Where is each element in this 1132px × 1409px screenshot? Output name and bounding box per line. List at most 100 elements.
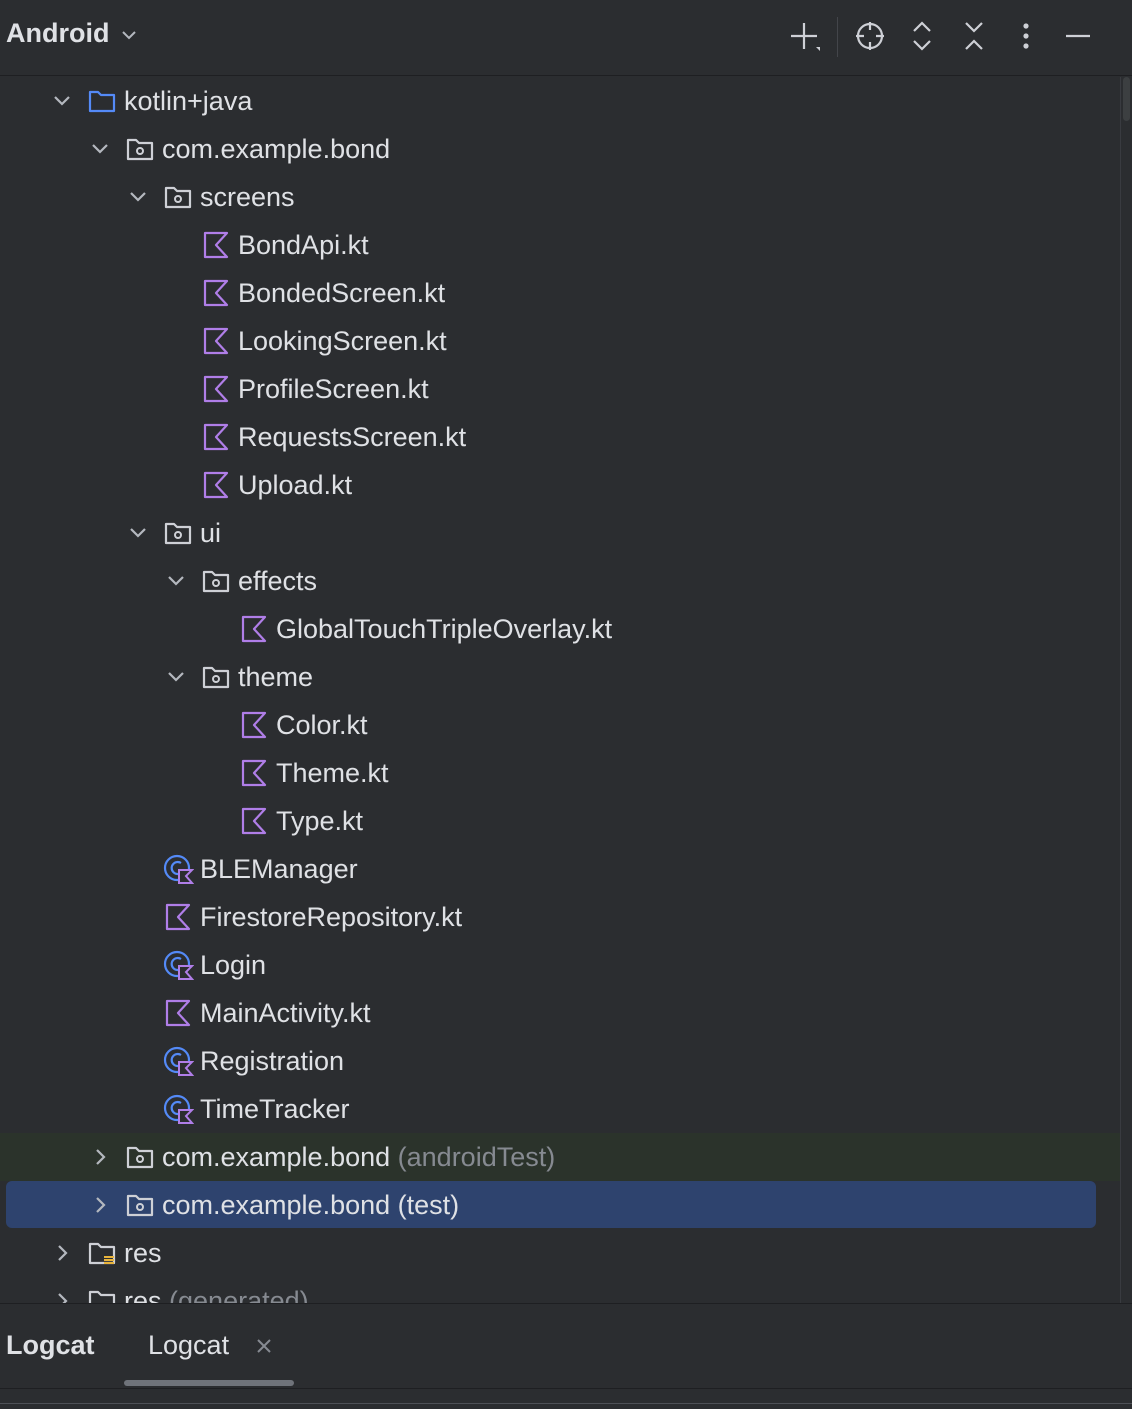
kotlin-file-icon — [238, 709, 270, 741]
tree-row[interactable]: GlobalTouchTripleOverlay.kt — [0, 605, 1120, 653]
kotlin-class-icon — [162, 949, 195, 981]
chevron-down-icon[interactable] — [88, 137, 112, 161]
resource-folder-icon — [86, 1285, 118, 1303]
tree-row[interactable]: Registration — [0, 1037, 1120, 1085]
expand-all-icon — [913, 21, 931, 51]
tree-row-text: Type.kt — [276, 806, 364, 836]
package-icon — [200, 661, 232, 693]
tree-row[interactable]: BLEManager — [0, 845, 1120, 893]
chevron-down-icon[interactable] — [164, 665, 188, 689]
tree-row-text: ui — [200, 518, 222, 548]
tree-row[interactable]: com.example.bond — [0, 125, 1120, 173]
tree-row[interactable]: LookingScreen.kt — [0, 317, 1120, 365]
tree-row-label: BondedScreen.kt — [238, 278, 445, 308]
tree-row[interactable]: kotlin+java — [0, 77, 1120, 125]
kotlin-file-icon — [238, 757, 270, 789]
locate-button[interactable] — [848, 14, 892, 58]
tree-row-label: res — [124, 1238, 162, 1268]
kotlin-class-icon — [162, 853, 195, 885]
tree-row-label: com.example.bond (androidTest) — [162, 1142, 555, 1172]
minimize-button[interactable] — [1056, 14, 1100, 58]
tree-row[interactable]: res — [0, 1229, 1120, 1277]
kotlin-file-icon — [200, 229, 232, 261]
tree-row[interactable]: MainActivity.kt — [0, 989, 1120, 1037]
tree-row-label: Type.kt — [276, 806, 363, 836]
tree-row-text: FirestoreRepository.kt — [200, 902, 463, 932]
tab-logcat[interactable]: Logcat — [148, 1330, 229, 1361]
chevron-down-icon[interactable] — [126, 185, 150, 209]
project-view-selector[interactable]: Android — [6, 18, 139, 49]
chevron-right-icon[interactable] — [88, 1145, 112, 1169]
tree-row[interactable]: RequestsScreen.kt — [0, 413, 1120, 461]
chevron-down-icon[interactable] — [164, 569, 188, 593]
kotlin-file-icon — [238, 805, 270, 837]
project-tree[interactable]: kotlin+java com.example.bond screens BondAp… — [0, 77, 1120, 1303]
tree-row[interactable]: effects — [0, 557, 1120, 605]
tree-row[interactable]: res (generated) — [0, 1277, 1120, 1303]
panel-bottom-edge — [0, 1403, 1132, 1409]
tree-row[interactable]: FirestoreRepository.kt — [0, 893, 1120, 941]
tree-row-text: GlobalTouchTripleOverlay.kt — [276, 614, 613, 644]
panel-title: Logcat — [6, 1330, 95, 1360]
tree-row[interactable]: BondedScreen.kt — [0, 269, 1120, 317]
chevron-right-icon[interactable] — [50, 1241, 74, 1265]
tree-row-label: com.example.bond — [162, 134, 390, 164]
tree-row[interactable]: Color.kt — [0, 701, 1120, 749]
scrollbar-thumb[interactable] — [1123, 77, 1130, 121]
tree-row-label: TimeTracker — [200, 1094, 350, 1124]
tree-row[interactable]: TimeTracker — [0, 1085, 1120, 1133]
kotlin-file-icon — [238, 613, 270, 645]
collapse-all-button[interactable] — [952, 14, 996, 58]
tree-row[interactable]: screens — [0, 173, 1120, 221]
tree-row-text: BondApi.kt — [238, 230, 369, 260]
kotlin-file-icon — [162, 997, 194, 1029]
tree-row[interactable]: ui — [0, 509, 1120, 557]
panel-divider — [0, 1388, 1132, 1389]
tree-row-text: BLEManager — [200, 854, 358, 884]
add-icon — [791, 23, 820, 51]
tree-row[interactable]: Upload.kt — [0, 461, 1120, 509]
tree-row[interactable]: com.example.bond (test) — [0, 1181, 1120, 1229]
tree-row-label: LookingScreen.kt — [238, 326, 447, 356]
locate-icon — [856, 22, 884, 50]
tree-row[interactable]: com.example.bond (androidTest) — [0, 1133, 1120, 1181]
tree-row-text: kotlin+java — [124, 86, 253, 116]
tree-row-label: screens — [200, 182, 295, 212]
kotlin-class-icon — [162, 1045, 195, 1077]
tree-row-suffix: (androidTest) — [397, 1142, 556, 1172]
toolbar-separator — [837, 17, 838, 57]
tree-row-text: LookingScreen.kt — [238, 326, 447, 356]
tree-row[interactable]: theme — [0, 653, 1120, 701]
chevron-right-icon[interactable] — [50, 1289, 74, 1303]
tree-row-text: TimeTracker — [200, 1094, 350, 1124]
tree-row-suffix: (generated) — [169, 1286, 309, 1303]
tree-row[interactable]: Theme.kt — [0, 749, 1120, 797]
tree-row[interactable]: ProfileScreen.kt — [0, 365, 1120, 413]
tree-row-label: ui — [200, 518, 221, 548]
add-button[interactable] — [782, 14, 826, 58]
package-icon — [124, 133, 156, 165]
more-options-button[interactable] — [1004, 14, 1048, 58]
tree-row-label: Theme.kt — [276, 758, 389, 788]
tree-row-label: effects — [238, 566, 317, 596]
close-icon[interactable] — [254, 1336, 274, 1356]
chevron-right-icon[interactable] — [88, 1193, 112, 1217]
tree-row-text: Upload.kt — [238, 470, 353, 500]
expand-all-button[interactable] — [900, 14, 944, 58]
tree-row-label: Login — [200, 950, 266, 980]
collapse-all-icon — [965, 22, 983, 50]
tree-scrollbar[interactable] — [1120, 77, 1132, 1303]
package-icon — [162, 181, 194, 213]
tree-row-text: ProfileScreen.kt — [238, 374, 429, 404]
tree-row-label: BondApi.kt — [238, 230, 369, 260]
tree-row[interactable]: Login — [0, 941, 1120, 989]
tree-row[interactable]: BondApi.kt — [0, 221, 1120, 269]
tree-row[interactable]: Type.kt — [0, 797, 1120, 845]
tree-row-label: MainActivity.kt — [200, 998, 371, 1028]
chevron-down-icon[interactable] — [50, 89, 74, 113]
tree-row-text: Color.kt — [276, 710, 368, 740]
kotlin-file-icon — [200, 373, 232, 405]
tree-row-text: res — [124, 1238, 162, 1268]
chevron-down-icon[interactable] — [126, 521, 150, 545]
package-icon — [124, 1189, 156, 1221]
